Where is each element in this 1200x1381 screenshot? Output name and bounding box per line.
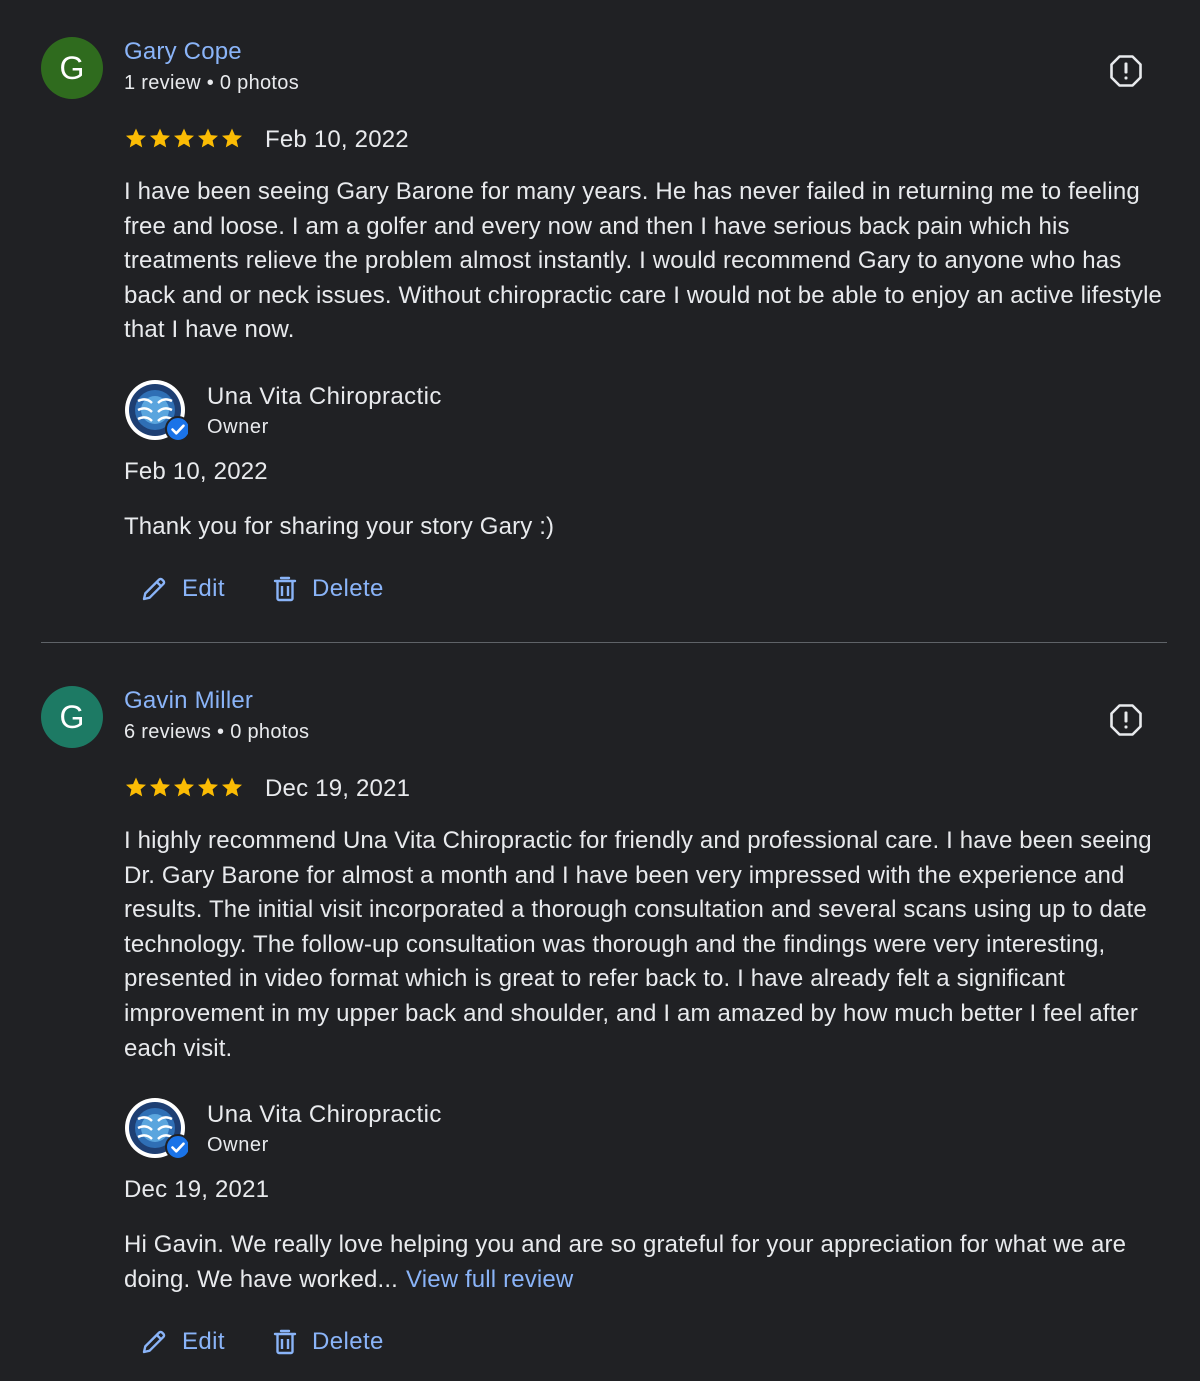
- delete-reply-button[interactable]: Delete: [272, 1328, 384, 1356]
- owner-avatar: [124, 379, 191, 443]
- verified-badge-icon: [165, 416, 191, 442]
- review-text: I have been seeing Gary Barone for many …: [124, 178, 1163, 344]
- reviewer-meta: 1 review • 0 photos: [124, 72, 300, 94]
- report-review-button[interactable]: [1108, 53, 1144, 89]
- star-icon: [222, 777, 242, 797]
- reply-text: Hi Gavin. We really love helping you and…: [124, 1231, 1127, 1293]
- reviewer-avatar[interactable]: G: [41, 686, 103, 748]
- star-icon: [126, 128, 146, 148]
- una-vita-logo: [125, 1098, 191, 1160]
- delete-reply-button[interactable]: Delete: [272, 575, 384, 603]
- report-flag-icon: [1110, 55, 1142, 87]
- reply-text-container: Hi Gavin. We really love helping you and…: [124, 1228, 1164, 1297]
- reviewer-meta: 6 reviews • 0 photos: [124, 721, 310, 743]
- star-icon: [150, 777, 170, 797]
- review-divider: [41, 642, 1167, 643]
- avatar-letter: G: [59, 49, 85, 86]
- edit-label: Edit: [182, 1328, 225, 1355]
- owner-role: Owner: [207, 1134, 269, 1156]
- edit-label: Edit: [182, 575, 225, 602]
- star-icon: [198, 128, 218, 148]
- report-review-button[interactable]: [1108, 702, 1144, 738]
- una-vita-logo: [125, 380, 191, 442]
- star-icon: [174, 128, 194, 148]
- owner-avatar: [124, 1097, 191, 1161]
- pencil-icon: [142, 577, 166, 601]
- delete-label: Delete: [312, 1328, 384, 1355]
- owner-name: Una Vita Chiropractic: [207, 383, 442, 410]
- owner-name: Una Vita Chiropractic: [207, 1101, 442, 1128]
- star-icon: [174, 777, 194, 797]
- reviewer-avatar[interactable]: G: [41, 37, 103, 99]
- star-rating: [124, 775, 244, 799]
- pencil-icon: [142, 1330, 166, 1354]
- star-icon: [198, 777, 218, 797]
- reply-date: Dec 19, 2021: [124, 1176, 270, 1203]
- review-date: Dec 19, 2021: [265, 775, 411, 802]
- reply-date: Feb 10, 2022: [124, 458, 268, 485]
- review-date: Feb 10, 2022: [265, 126, 409, 153]
- edit-reply-button[interactable]: Edit: [140, 575, 225, 603]
- avatar-letter: G: [59, 698, 85, 735]
- verified-badge-icon: [165, 1134, 191, 1160]
- reviewer-name-link[interactable]: Gary Cope: [124, 38, 242, 66]
- view-full-review-link[interactable]: View full review: [406, 1266, 573, 1293]
- trash-icon: [273, 1329, 297, 1355]
- edit-reply-button[interactable]: Edit: [140, 1328, 225, 1356]
- star-rating: [124, 126, 244, 150]
- reply-text: Thank you for sharing your story Gary :): [124, 513, 555, 540]
- star-icon: [126, 777, 146, 797]
- star-icon: [222, 128, 242, 148]
- delete-label: Delete: [312, 575, 384, 602]
- star-icon: [150, 128, 170, 148]
- trash-icon: [273, 576, 297, 602]
- review-text: I highly recommend Una Vita Chiropractic…: [124, 827, 1152, 1062]
- owner-role: Owner: [207, 416, 269, 438]
- report-flag-icon: [1110, 704, 1142, 736]
- reviewer-name-link[interactable]: Gavin Miller: [124, 687, 253, 715]
